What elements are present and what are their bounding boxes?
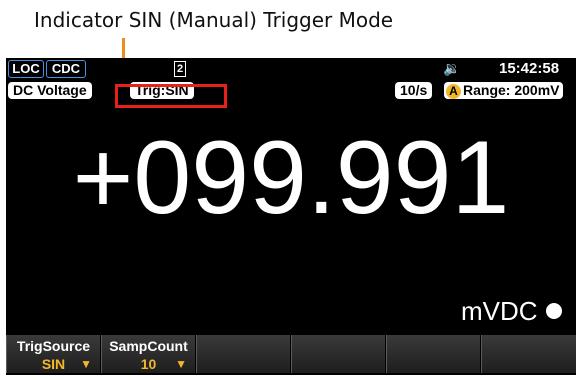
function-label: DC Voltage <box>8 82 92 99</box>
coupling-indicator: CDC <box>46 60 86 78</box>
loc-indicator: LOC <box>8 60 44 78</box>
rate-indicator: 10/s <box>395 82 433 99</box>
chevron-down-icon: ▼ <box>175 357 187 371</box>
softkey-bar: TrigSource SIN ▼ SampCount 10 ▼ <box>6 333 576 375</box>
info-bar: DC Voltage Trig:SIN 10/s A Range: 200mV <box>6 80 576 102</box>
chevron-down-icon: ▼ <box>80 357 92 371</box>
clock: 15:42:58 <box>499 60 560 77</box>
range-indicator: A Range: 200mV <box>444 82 564 99</box>
softkey-3[interactable] <box>196 335 290 373</box>
softkey-sampcount[interactable]: SampCount 10 ▼ <box>101 335 195 373</box>
instrument-screen: LOC CDC 2 🔉 15:42:58 DC Voltage Trig:SIN… <box>6 58 576 375</box>
main-reading: +099.991 <box>72 120 510 236</box>
softkey-trigsource[interactable]: TrigSource SIN ▼ <box>6 335 100 373</box>
softkey-5[interactable] <box>386 335 480 373</box>
status-dot-icon <box>546 303 562 319</box>
softkey-label: SampCount <box>109 338 188 354</box>
auto-range-icon: A <box>446 84 461 99</box>
memory-indicator: 2 <box>174 61 186 77</box>
range-label: Range: 200mV <box>463 82 560 98</box>
softkey-6[interactable] <box>481 335 576 373</box>
callout-text: Indicator SIN (Manual) Trigger Mode <box>34 8 394 32</box>
reading-unit: mVDC <box>461 296 538 326</box>
trigger-highlight-box <box>115 84 227 108</box>
status-bar: LOC CDC 2 🔉 15:42:58 <box>6 58 576 80</box>
softkey-4[interactable] <box>291 335 385 373</box>
softkey-label: TrigSource <box>16 338 91 354</box>
speaker-icon: 🔉 <box>443 60 461 76</box>
